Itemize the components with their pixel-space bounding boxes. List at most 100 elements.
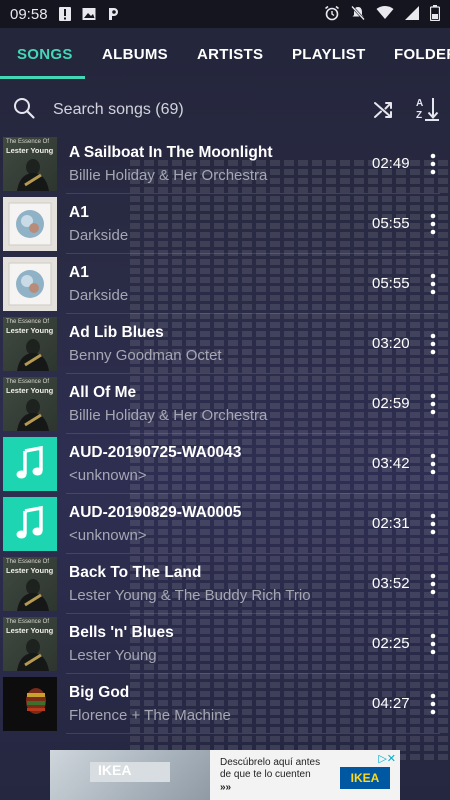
song-duration: 02:59 bbox=[372, 395, 410, 412]
more-options-icon[interactable] bbox=[424, 692, 442, 716]
album-art bbox=[3, 677, 57, 731]
song-duration: 05:55 bbox=[372, 215, 410, 232]
song-title: All Of Me bbox=[69, 384, 137, 401]
image-icon bbox=[82, 8, 96, 20]
song-title: Ad Lib Blues bbox=[69, 324, 164, 341]
shuffle-icon[interactable] bbox=[373, 99, 395, 121]
status-bar: 09:58 bbox=[0, 0, 450, 28]
song-duration: 03:42 bbox=[372, 455, 410, 472]
ad-choices-icon[interactable]: ▷✕ bbox=[378, 752, 396, 765]
tab-artists[interactable]: ARTISTS bbox=[197, 46, 263, 63]
song-title: AUD-20190725-WA0043 bbox=[69, 444, 242, 461]
cover-text-2: Lester Young bbox=[6, 146, 54, 155]
alarm-icon bbox=[325, 5, 339, 21]
album-art: The Essence Of Lester Young bbox=[3, 317, 57, 371]
album-art: The Essence Of Lester Young bbox=[3, 617, 57, 671]
song-list: The Essence Of Lester Young A Sailboat In … bbox=[0, 134, 450, 734]
cover-text-1: The Essence Of bbox=[6, 139, 50, 145]
album-art: The Essence Of Lester Young bbox=[3, 557, 57, 611]
more-options-icon[interactable] bbox=[424, 332, 442, 356]
sort-az-icon[interactable]: AZ bbox=[415, 96, 441, 122]
svg-text:Z: Z bbox=[416, 110, 422, 121]
cover-text-1: The Essence Of bbox=[6, 559, 50, 565]
ikea-logo: IKEA bbox=[340, 767, 390, 789]
more-options-icon[interactable] bbox=[424, 452, 442, 476]
search-icon[interactable] bbox=[12, 96, 36, 120]
song-artist: Lester Young & The Buddy Rich Trio bbox=[69, 587, 311, 604]
song-duration: 03:52 bbox=[372, 575, 410, 592]
cover-text-1: The Essence Of bbox=[6, 319, 50, 325]
song-artist: Florence + The Machine bbox=[69, 707, 231, 724]
search-songs-field[interactable]: Search songs (69) bbox=[53, 101, 184, 119]
song-title: A1 bbox=[69, 264, 89, 281]
ikea-logo-text: IKEA bbox=[350, 771, 380, 785]
song-artist: Darkside bbox=[69, 287, 129, 304]
song-artist: Billie Holiday & Her Orchestra bbox=[69, 407, 268, 424]
song-row[interactable]: A1 Darkside 05:55 bbox=[0, 194, 450, 254]
more-options-icon[interactable] bbox=[424, 572, 442, 596]
more-options-icon[interactable] bbox=[424, 392, 442, 416]
search-row: Search songs (69) AZ bbox=[0, 86, 450, 134]
song-row[interactable]: AUD-20190725-WA0043 <unknown> 03:42 bbox=[0, 434, 450, 494]
status-time: 09:58 bbox=[10, 5, 48, 23]
song-row[interactable]: Big God Florence + The Machine 04:27 bbox=[0, 674, 450, 734]
song-row[interactable]: A1 Darkside 05:55 bbox=[0, 254, 450, 314]
song-duration: 02:31 bbox=[372, 515, 410, 532]
more-options-icon[interactable] bbox=[424, 152, 442, 176]
song-artist: Billie Holiday & Her Orchestra bbox=[69, 167, 268, 184]
song-row[interactable]: The Essence Of Lester Young Back To The La… bbox=[0, 554, 450, 614]
song-row[interactable]: The Essence Of Lester Young A Sailboat In … bbox=[0, 134, 450, 194]
song-duration: 02:25 bbox=[372, 635, 410, 652]
ad-arrows: »» bbox=[220, 782, 232, 793]
status-icons bbox=[324, 5, 440, 21]
music-note-icon bbox=[3, 437, 57, 491]
song-duration: 04:27 bbox=[372, 695, 410, 712]
row-divider bbox=[66, 733, 440, 734]
song-duration: 03:20 bbox=[372, 335, 410, 352]
album-art bbox=[3, 197, 57, 251]
ad-text: Descúbrelo aquí antes de que te lo cuent… bbox=[220, 757, 320, 781]
wifi-icon bbox=[376, 6, 394, 19]
tab-folder[interactable]: FOLDER bbox=[394, 46, 450, 63]
song-artist: <unknown> bbox=[69, 467, 147, 484]
song-row[interactable]: The Essence Of Lester Young Ad Lib Blues Be… bbox=[0, 314, 450, 374]
p-icon bbox=[108, 8, 118, 20]
more-options-icon[interactable] bbox=[424, 212, 442, 236]
song-duration: 02:49 bbox=[372, 155, 410, 172]
tab-bar: SONGS ALBUMS ARTISTS PLAYLIST FOLDER bbox=[0, 28, 450, 80]
ad-banner[interactable]: IKEA Descúbrelo aquí antes de que te lo … bbox=[50, 750, 400, 800]
more-options-icon[interactable] bbox=[424, 632, 442, 656]
ad-line-1: Descúbrelo aquí antes bbox=[220, 757, 321, 768]
mute-icon bbox=[351, 5, 365, 21]
alert-icon bbox=[58, 7, 71, 21]
song-artist: Lester Young bbox=[69, 647, 157, 664]
cover-text-2: Lester Young bbox=[6, 626, 54, 635]
signal-icon bbox=[405, 6, 419, 20]
tab-songs[interactable]: SONGS bbox=[17, 46, 73, 63]
more-options-icon[interactable] bbox=[424, 512, 442, 536]
song-title: AUD-20190829-WA0005 bbox=[69, 504, 242, 521]
ad-line-2: de que te lo cuenten bbox=[220, 769, 311, 780]
cover-text-1: The Essence Of bbox=[6, 379, 50, 385]
song-row[interactable]: The Essence Of Lester Young All Of Me Billi… bbox=[0, 374, 450, 434]
cover-text-2: Lester Young bbox=[6, 566, 54, 575]
cover-text-2: Lester Young bbox=[6, 326, 54, 335]
ad-image: IKEA bbox=[50, 750, 210, 800]
svg-text:A: A bbox=[416, 98, 423, 109]
cover-text-1: The Essence Of bbox=[6, 619, 50, 625]
song-row[interactable]: AUD-20190829-WA0005 <unknown> 02:31 bbox=[0, 494, 450, 554]
song-row[interactable]: The Essence Of Lester Young Bells 'n' Blue… bbox=[0, 614, 450, 674]
song-title: Bells 'n' Blues bbox=[69, 624, 174, 641]
song-title: Back To The Land bbox=[69, 564, 202, 581]
more-options-icon[interactable] bbox=[424, 272, 442, 296]
song-duration: 05:55 bbox=[372, 275, 410, 292]
tab-playlist[interactable]: PLAYLIST bbox=[292, 46, 366, 63]
tab-albums[interactable]: ALBUMS bbox=[102, 46, 168, 63]
music-note-icon bbox=[3, 497, 57, 551]
song-title: A1 bbox=[69, 204, 89, 221]
ad-image-brand: IKEA bbox=[98, 762, 132, 778]
album-art: The Essence Of Lester Young bbox=[3, 377, 57, 431]
album-art: The Essence Of Lester Young bbox=[3, 137, 57, 191]
song-artist: Darkside bbox=[69, 227, 129, 244]
album-art bbox=[3, 257, 57, 311]
